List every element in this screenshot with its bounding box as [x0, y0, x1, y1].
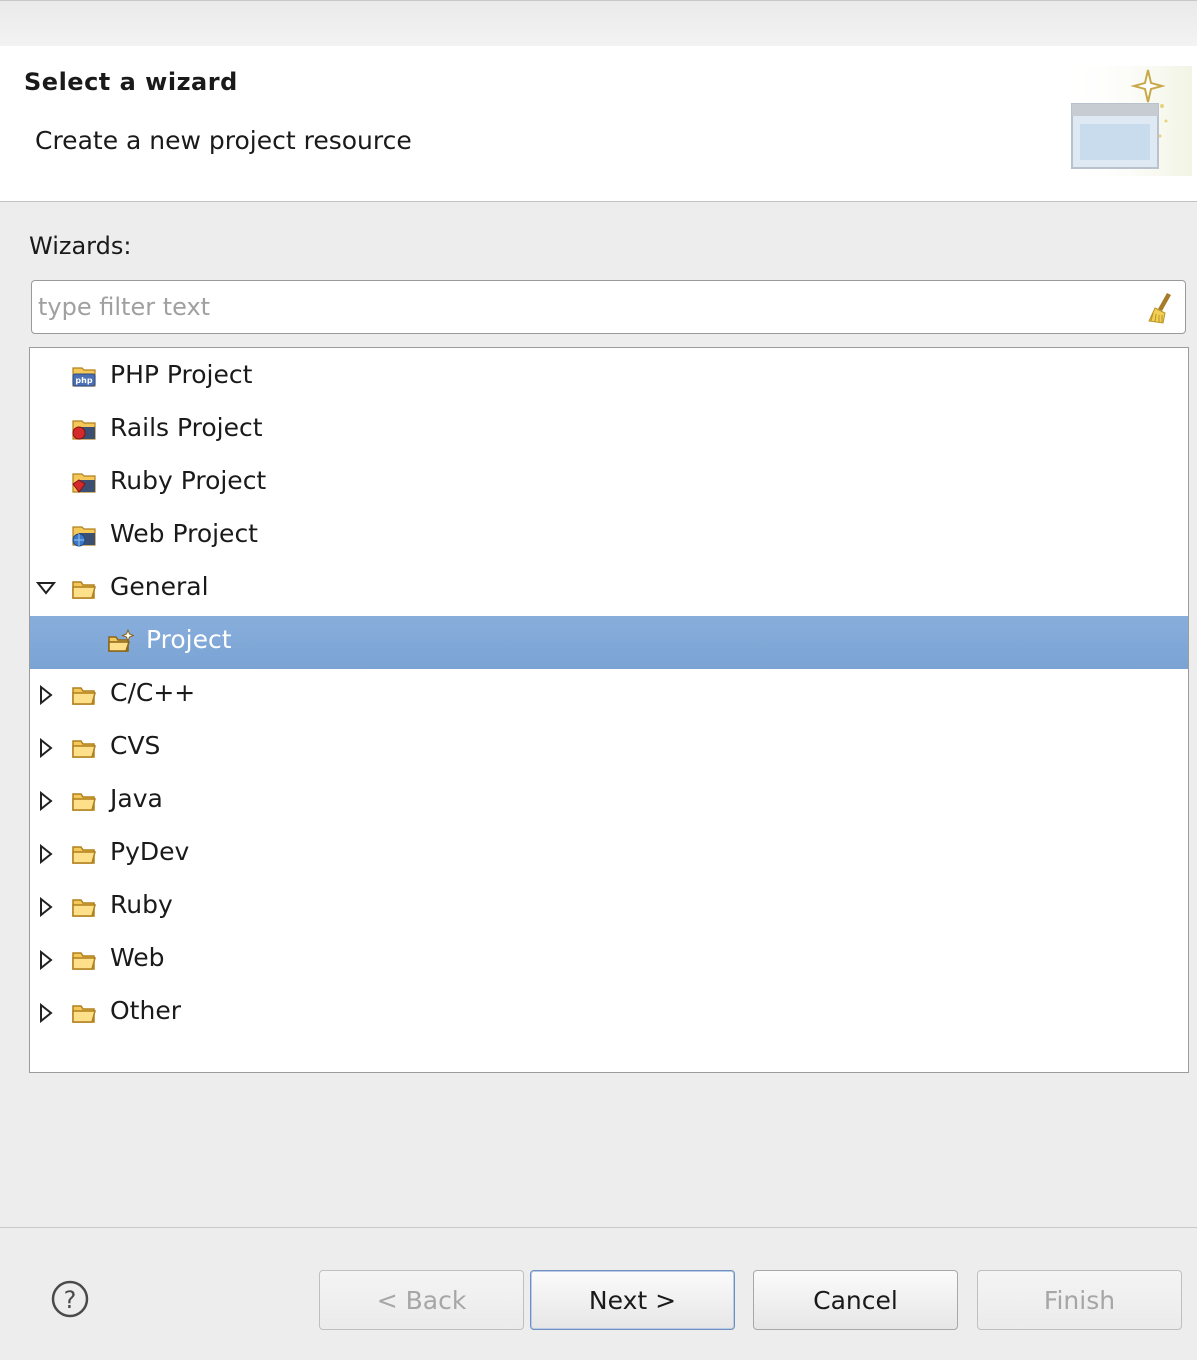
- tree-item-web-project[interactable]: Web Project: [30, 510, 1188, 563]
- tree-folder-cvs[interactable]: CVS: [30, 722, 1188, 775]
- new-project-icon: [106, 628, 135, 656]
- page-title: Select a wizard: [24, 68, 238, 96]
- tree-folder-c-c-[interactable]: C/C++: [30, 669, 1188, 722]
- tree-folder-other[interactable]: Other: [30, 987, 1188, 1040]
- help-icon[interactable]: ?: [50, 1279, 90, 1319]
- folder-icon: [70, 734, 98, 762]
- collapsed-arrow-icon[interactable]: [36, 896, 56, 918]
- tree-item-label: Web Project: [110, 519, 258, 548]
- collapsed-arrow-icon[interactable]: [36, 949, 56, 971]
- svg-text:php: php: [75, 376, 92, 385]
- folder-icon: [70, 999, 98, 1027]
- finish-button[interactable]: Finish: [977, 1270, 1182, 1330]
- tree-folder-pydev[interactable]: PyDev: [30, 828, 1188, 881]
- collapsed-arrow-icon[interactable]: [36, 843, 56, 865]
- collapsed-arrow-icon[interactable]: [36, 1002, 56, 1024]
- folder-icon: [70, 787, 98, 815]
- tree-item-php-project[interactable]: php PHP Project: [30, 351, 1188, 404]
- folder-icon: [70, 840, 98, 868]
- back-button[interactable]: < Back: [319, 1270, 524, 1330]
- tree-item-label: CVS: [110, 731, 161, 760]
- collapsed-arrow-icon[interactable]: [36, 684, 56, 706]
- folder-icon: [70, 946, 98, 974]
- web-project-icon: [70, 522, 98, 550]
- tree-item-label: PHP Project: [110, 360, 253, 389]
- collapsed-arrow-icon[interactable]: [36, 790, 56, 812]
- page-subtitle: Create a new project resource: [35, 126, 412, 155]
- tree-item-label: Project: [146, 625, 232, 654]
- expanded-arrow-icon[interactable]: [35, 579, 57, 599]
- tree-item-project[interactable]: Project: [30, 616, 1188, 669]
- new-wizard-banner-icon: [1062, 66, 1192, 176]
- folder-icon: [70, 575, 98, 603]
- cancel-button[interactable]: Cancel: [753, 1270, 958, 1330]
- tree-item-label: Java: [110, 784, 163, 813]
- tree-item-label: General: [110, 572, 209, 601]
- tree-item-label: Ruby: [110, 890, 173, 919]
- wizard-header: Select a wizard Create a new project res…: [0, 46, 1197, 202]
- dialog-top-strip: [0, 0, 1197, 46]
- filter-input[interactable]: [38, 289, 1128, 325]
- folder-icon: [70, 681, 98, 709]
- svg-text:?: ?: [64, 1286, 77, 1314]
- tree-item-label: C/C++: [110, 678, 196, 707]
- button-bar-separator: [0, 1227, 1197, 1228]
- wizard-tree[interactable]: php PHP Project Rails Project Ruby Project W…: [29, 347, 1189, 1073]
- tree-folder-web[interactable]: Web: [30, 934, 1188, 987]
- wizards-label: Wizards:: [29, 232, 132, 260]
- ruby-project-icon: [70, 469, 98, 497]
- tree-item-rails-project[interactable]: Rails Project: [30, 404, 1188, 457]
- tree-item-ruby-project[interactable]: Ruby Project: [30, 457, 1188, 510]
- next-button[interactable]: Next >: [530, 1270, 735, 1330]
- tree-folder-general[interactable]: General: [30, 563, 1188, 616]
- filter-box: [31, 280, 1186, 334]
- collapsed-arrow-icon[interactable]: [36, 737, 56, 759]
- rails-project-icon: [70, 416, 98, 444]
- tree-item-label: Rails Project: [110, 413, 263, 442]
- tree-item-label: Web: [110, 943, 165, 972]
- tree-item-label: PyDev: [110, 837, 190, 866]
- folder-icon: [70, 893, 98, 921]
- clear-filter-icon[interactable]: [1145, 291, 1177, 325]
- tree-item-label: Ruby Project: [110, 466, 267, 495]
- tree-item-label: Other: [110, 996, 181, 1025]
- tree-folder-java[interactable]: Java: [30, 775, 1188, 828]
- php-project-icon: php: [70, 363, 98, 391]
- tree-folder-ruby[interactable]: Ruby: [30, 881, 1188, 934]
